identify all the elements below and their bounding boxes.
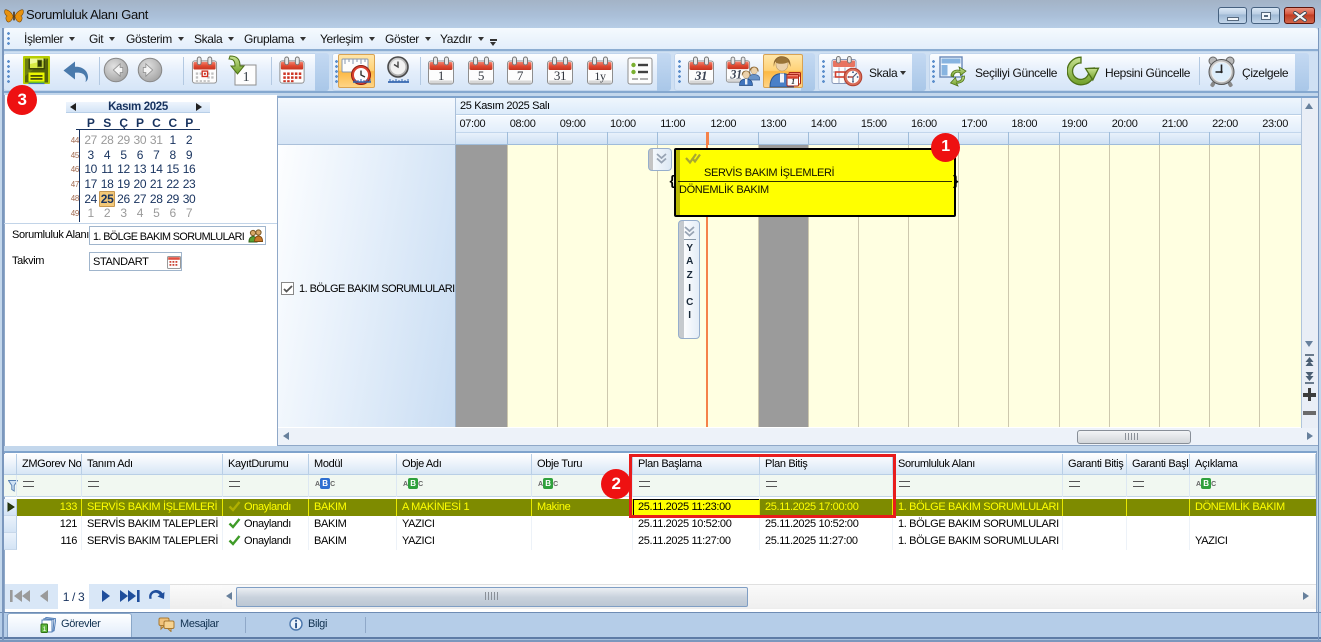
svg-text:1: 1 (791, 77, 795, 86)
svg-text:7: 7 (517, 68, 524, 83)
svg-text:31: 31 (554, 68, 566, 83)
svg-text:5: 5 (478, 68, 484, 83)
svg-text:1: 1 (243, 70, 250, 85)
svg-text:31: 31 (694, 68, 707, 83)
svg-text:1y: 1y (594, 69, 606, 83)
svg-text:1: 1 (438, 68, 444, 83)
